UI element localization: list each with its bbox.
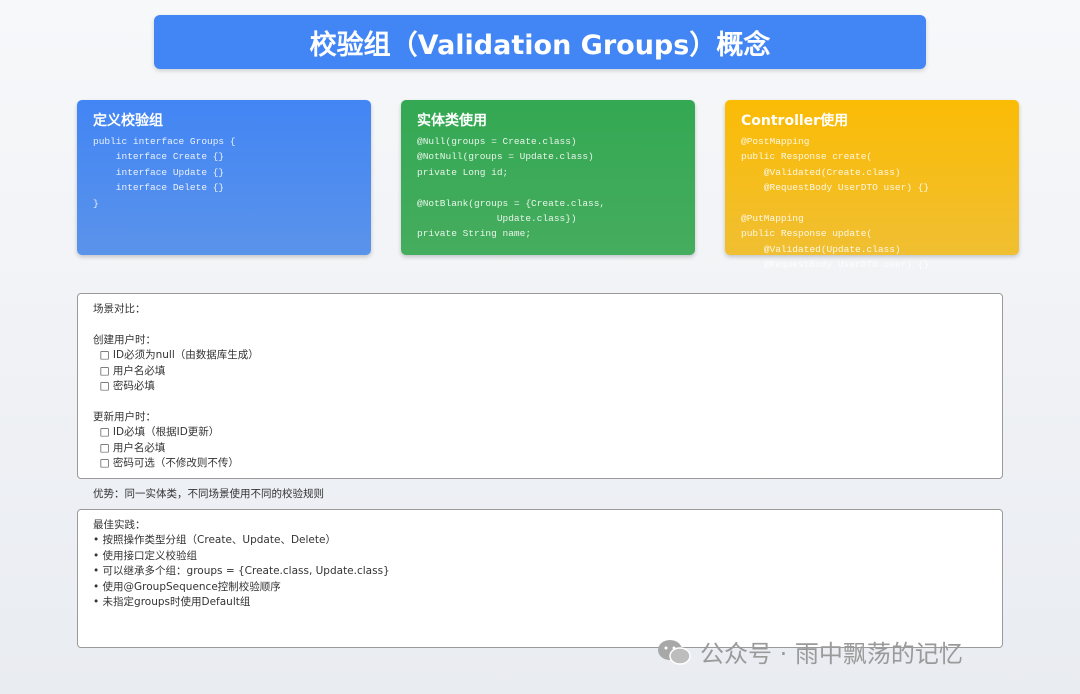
code-snippet: @PostMapping public Response create( @Va… (741, 136, 930, 271)
card-title: 定义校验组 (93, 113, 163, 129)
wechat-icon (656, 638, 692, 666)
advantage-text: 优势：同一实体类，不同场景使用不同的校验规则 (93, 488, 324, 500)
best-practice-text: 最佳实践： • 按照操作类型分组（Create、Update、Delete） •… (93, 519, 390, 609)
entity-usage-card: 实体类使用 @Null(groups = Create.class) @NotN… (401, 100, 695, 255)
card-title: Controller使用 (741, 113, 849, 129)
code-snippet: @Null(groups = Create.class) @NotNull(gr… (417, 136, 606, 240)
scenario-box: 场景对比： 创建用户时： □ ID必须为null（由数据库生成） □ 用户名必填… (77, 293, 1003, 479)
code-snippet: public interface Groups { interface Crea… (93, 136, 236, 209)
page-title: 校验组（Validation Groups）概念 (154, 15, 926, 69)
controller-usage-card: Controller使用 @PostMapping public Respons… (725, 100, 1019, 270)
best-practice-box: 最佳实践： • 按照操作类型分组（Create、Update、Delete） •… (77, 509, 1003, 648)
watermark: 公众号 · 雨中飘荡的记忆 (656, 634, 963, 669)
scenario-text: 场景对比： 创建用户时： □ ID必须为null（由数据库生成） □ 用户名必填… (93, 303, 259, 470)
watermark-text: 公众号 · 雨中飘荡的记忆 (700, 640, 963, 668)
define-groups-card: 定义校验组 public interface Groups { interfac… (77, 100, 371, 255)
card-title: 实体类使用 (417, 113, 487, 129)
